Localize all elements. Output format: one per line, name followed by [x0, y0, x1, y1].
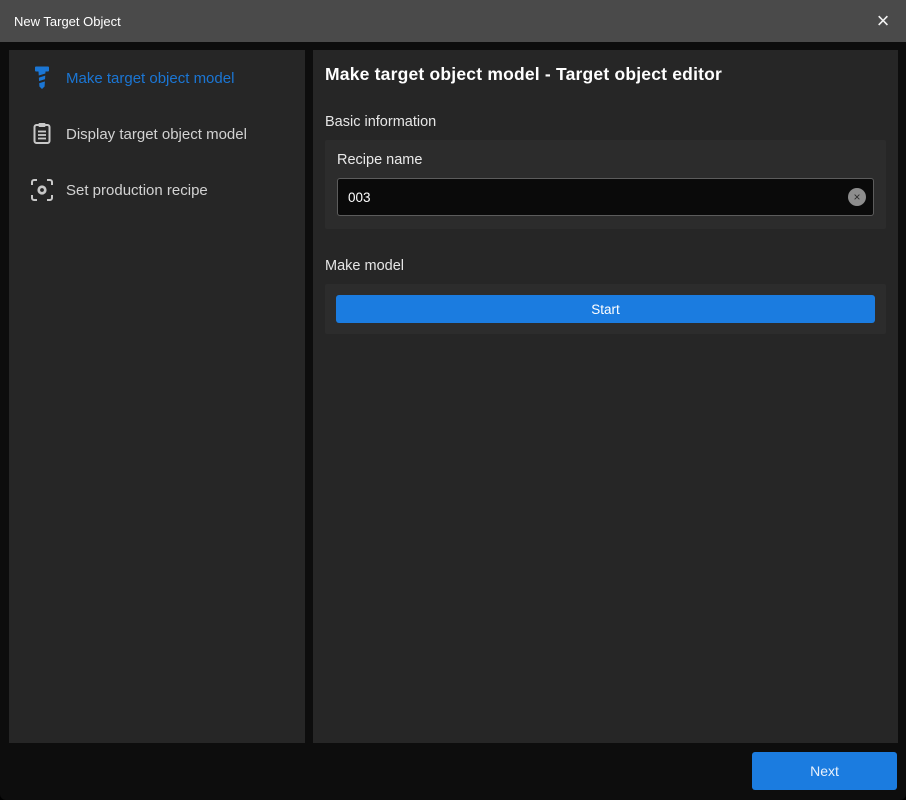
- start-button[interactable]: Start: [336, 295, 875, 323]
- clipboard-icon: [31, 122, 53, 146]
- sidebar: Make target object model Display target …: [9, 50, 305, 743]
- new-target-object-dialog: New Target Object × Make target object m…: [0, 0, 906, 800]
- window-title: New Target Object: [0, 14, 121, 29]
- recipe-name-input[interactable]: [337, 178, 874, 216]
- sidebar-item-display-target-object-model[interactable]: Display target object model: [9, 106, 305, 162]
- titlebar: New Target Object ×: [0, 0, 906, 42]
- sidebar-item-label: Display target object model: [66, 126, 247, 143]
- basic-information-card: Recipe name ×: [325, 140, 886, 229]
- page-title: Make target object model - Target object…: [325, 64, 886, 85]
- close-button[interactable]: ×: [860, 0, 906, 42]
- recipe-name-field: ×: [337, 178, 874, 216]
- sidebar-item-label: Set production recipe: [66, 182, 208, 199]
- clear-input-button[interactable]: ×: [848, 188, 866, 206]
- close-icon: ×: [877, 10, 890, 32]
- section-label-basic-information: Basic information: [325, 114, 886, 130]
- next-button[interactable]: Next: [752, 752, 897, 790]
- sidebar-item-set-production-recipe[interactable]: Set production recipe: [9, 162, 305, 218]
- section-label-make-model: Make model: [325, 258, 886, 274]
- make-model-card: Start: [325, 284, 886, 334]
- clear-icon: ×: [853, 191, 860, 203]
- screw-icon: [31, 66, 53, 90]
- viewfinder-eye-icon: [31, 178, 53, 202]
- sidebar-item-make-target-object-model[interactable]: Make target object model: [9, 50, 305, 106]
- sidebar-item-label: Make target object model: [66, 70, 234, 87]
- main-panel: Make target object model - Target object…: [313, 50, 898, 743]
- recipe-name-label: Recipe name: [337, 152, 874, 168]
